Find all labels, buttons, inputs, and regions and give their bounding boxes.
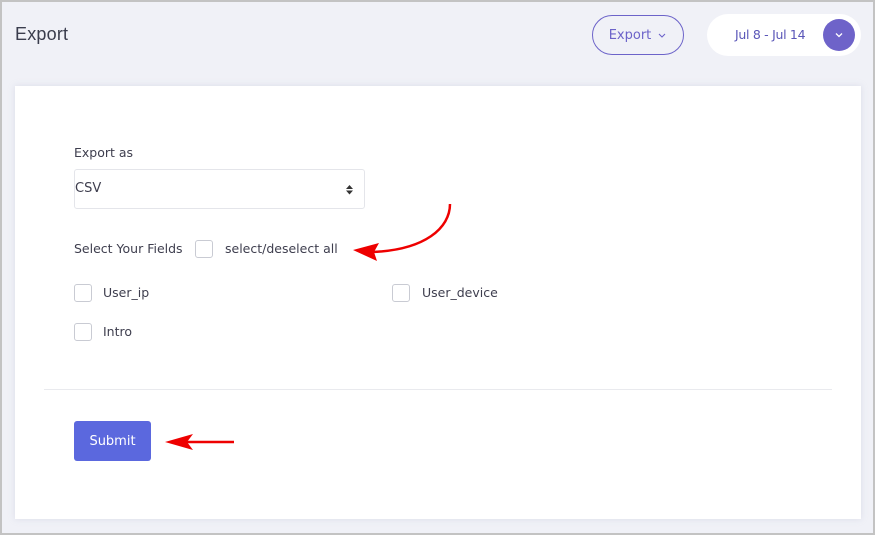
chevron-down-icon [835, 33, 843, 38]
field-checkbox-user-ip[interactable] [74, 284, 92, 302]
export-menu-label: Export [608, 27, 652, 43]
field-label-user-ip: User_ip [103, 285, 150, 300]
submit-button[interactable]: Submit [74, 421, 151, 461]
select-fields-label: Select Your Fields [74, 241, 183, 256]
select-all-checkbox[interactable] [195, 240, 213, 258]
export-format-select[interactable]: CSV [74, 169, 365, 209]
export-form-card: Export as CSV Select Your Fields select/… [15, 86, 861, 519]
chevron-down-icon [658, 33, 666, 38]
date-range-text: Jul 8 - Jul 14 [735, 27, 806, 42]
field-label-user-device: User_device [422, 285, 498, 300]
date-range-picker[interactable]: Jul 8 - Jul 14 [707, 14, 861, 56]
select-all-label: select/deselect all [225, 241, 338, 256]
field-label-intro: Intro [103, 324, 133, 339]
field-checkbox-user-device[interactable] [392, 284, 410, 302]
export-as-label: Export as [74, 145, 134, 160]
date-range-dropdown-button[interactable] [823, 19, 855, 51]
export-format-value: CSV [75, 181, 102, 196]
form-divider [44, 389, 832, 390]
sort-arrows-icon [346, 185, 353, 195]
export-menu-button[interactable]: Export [592, 15, 684, 55]
page-title: Export [15, 24, 69, 44]
field-checkbox-intro[interactable] [74, 323, 92, 341]
